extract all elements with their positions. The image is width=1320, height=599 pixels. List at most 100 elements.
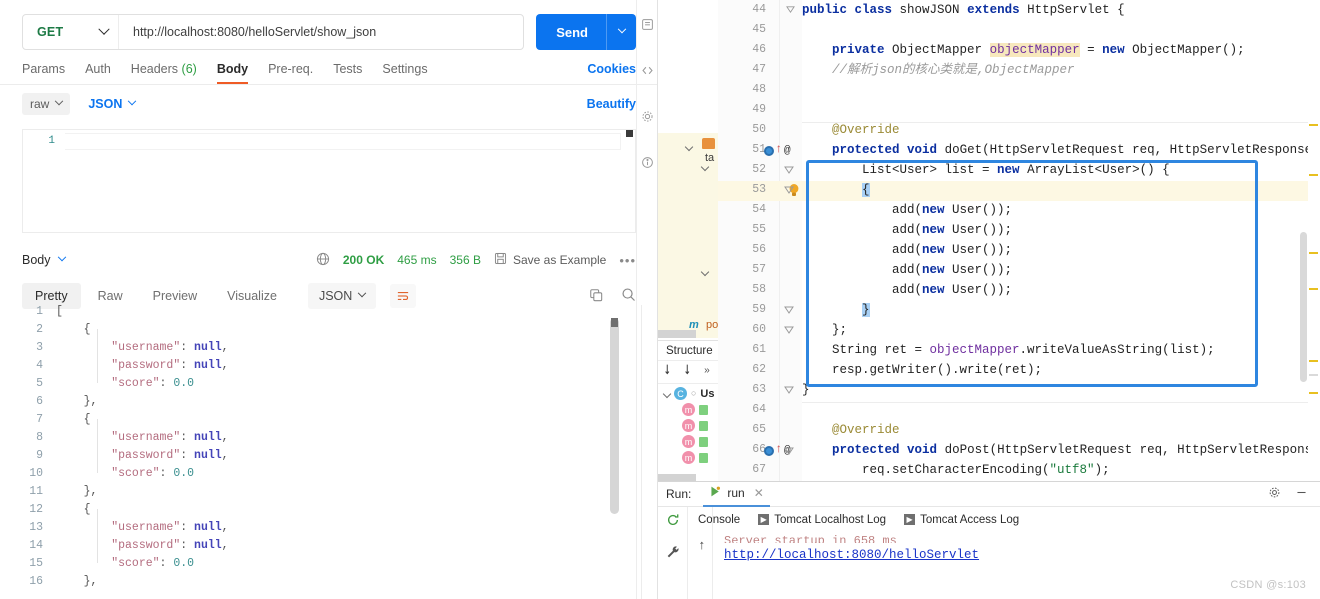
warning-marker[interactable] xyxy=(1309,392,1318,394)
chevron-double-right-icon[interactable]: » xyxy=(704,366,710,377)
run-tab[interactable]: run ✕ xyxy=(703,482,770,507)
tab-headers[interactable]: Headers (6) xyxy=(131,62,197,84)
fold-arrow-icon[interactable] xyxy=(784,185,794,199)
override-marker-icon[interactable]: ↑ xyxy=(775,443,782,455)
tab-tests[interactable]: Tests xyxy=(333,62,362,84)
editor-vertical-scrollbar[interactable] xyxy=(1300,232,1307,382)
send-button[interactable]: Send xyxy=(536,14,636,50)
tree-item-label: po xyxy=(706,319,718,331)
json-line: 3 "username": null, xyxy=(0,341,658,359)
subtab-console[interactable]: Console xyxy=(698,514,740,526)
warning-marker[interactable] xyxy=(1309,252,1318,254)
wrench-icon[interactable] xyxy=(666,545,680,563)
code-line-text: private ObjectMapper objectMapper = new … xyxy=(832,43,1245,57)
json-line-number: 16 xyxy=(29,575,43,588)
code-line-number: 48 xyxy=(752,83,766,96)
gear-icon[interactable] xyxy=(641,110,654,126)
tab-body[interactable]: Body xyxy=(216,62,249,84)
structure-root-row[interactable]: C ○ Us xyxy=(658,384,718,400)
console-link[interactable]: http://localhost:8080/helloServlet xyxy=(724,548,979,562)
cookies-link[interactable]: Cookies xyxy=(587,62,636,84)
warning-marker[interactable] xyxy=(1309,174,1318,176)
code-line[interactable]: 45 xyxy=(718,20,1320,40)
code-icon[interactable] xyxy=(641,64,654,80)
info-marker[interactable] xyxy=(1309,374,1318,376)
editor-right-marker-gutter[interactable] xyxy=(1308,0,1320,481)
code-line[interactable]: 50 @Override xyxy=(718,120,1320,140)
console-output[interactable]: ↑ Server startup in 658 ms http://localh… xyxy=(698,534,1320,562)
chevron-down-icon[interactable] xyxy=(662,389,672,398)
project-tree-panel[interactable]: ta m po xyxy=(658,133,718,338)
warning-marker[interactable] xyxy=(1309,124,1318,126)
structure-member-row[interactable]: m xyxy=(658,400,718,416)
fold-arrow-icon[interactable] xyxy=(784,385,794,399)
structure-member-row[interactable]: m xyxy=(658,416,718,432)
fold-arrow-icon[interactable] xyxy=(786,4,795,18)
chevron-down-icon[interactable] xyxy=(700,162,710,172)
method-icon: m xyxy=(682,419,695,432)
code-line[interactable]: 44 public class showJSON extends HttpServ… xyxy=(718,0,1320,20)
tab-prerequest[interactable]: Pre-req. xyxy=(268,62,313,84)
arrow-up-icon[interactable]: ↑ xyxy=(698,538,706,553)
code-line[interactable]: 67 req.setCharacterEncoding("utf8"); xyxy=(718,460,1320,480)
response-body-selector[interactable]: Body xyxy=(22,252,66,267)
structure-hscrollbar[interactable] xyxy=(658,474,696,481)
code-line[interactable]: 51 protected void doGet(HttpServletReque… xyxy=(718,140,1320,160)
subtab-tomcat-localhost-log[interactable]: ▶ Tomcat Localhost Log xyxy=(758,514,886,526)
save-as-example-button[interactable]: Save as Example xyxy=(494,252,606,268)
request-url-input[interactable]: http://localhost:8080/helloServlet/show_… xyxy=(119,25,523,39)
tab-params[interactable]: Params xyxy=(22,62,65,84)
request-body-first-line[interactable] xyxy=(65,133,621,150)
http-method-selector[interactable]: GET xyxy=(23,15,119,49)
request-body-scrollbar[interactable] xyxy=(624,130,635,232)
code-line[interactable]: 66 protected void doPost(HttpServletRequ… xyxy=(718,440,1320,460)
response-json-viewer[interactable]: 1[2 {3 "username": null, 4 "password": nu… xyxy=(0,305,658,599)
ellipsis-icon[interactable]: ••• xyxy=(619,253,636,268)
code-line[interactable]: 48 xyxy=(718,80,1320,100)
response-vertical-scrollbar[interactable] xyxy=(610,318,619,514)
body-mode-selector[interactable]: raw xyxy=(22,93,71,115)
subtab-tomcat-access-log[interactable]: ▶ Tomcat Access Log xyxy=(904,514,1019,526)
code-line-text: @Override xyxy=(832,123,900,137)
override-marker-icon[interactable]: ↑ xyxy=(775,143,782,155)
fold-arrow-icon[interactable] xyxy=(784,446,794,460)
send-options-button[interactable] xyxy=(606,14,636,50)
code-line[interactable]: 65 @Override xyxy=(718,420,1320,440)
ide-left-column: ta m po Structure » C ○ Us m m m m xyxy=(658,0,718,481)
run-method-icon[interactable] xyxy=(764,446,774,456)
close-icon[interactable]: ✕ xyxy=(754,486,764,500)
sort-visibility-icon[interactable] xyxy=(664,363,677,380)
chevron-down-icon[interactable] xyxy=(700,267,710,277)
gear-icon[interactable] xyxy=(1268,486,1281,502)
code-line[interactable]: 64 xyxy=(718,400,1320,420)
fold-arrow-icon[interactable] xyxy=(784,325,794,339)
fold-arrow-icon[interactable] xyxy=(784,165,794,179)
warning-marker[interactable] xyxy=(1309,288,1318,290)
info-icon[interactable] xyxy=(641,156,654,172)
json-line: 12 { xyxy=(0,503,658,521)
list-icon[interactable] xyxy=(641,18,654,34)
rerun-icon[interactable] xyxy=(666,513,680,531)
structure-member-row[interactable]: m xyxy=(658,432,718,448)
play-icon: ▶ xyxy=(904,514,916,525)
structure-member-row[interactable]: m xyxy=(658,448,718,464)
copy-icon[interactable] xyxy=(589,288,603,305)
chevron-down-icon[interactable] xyxy=(684,142,694,152)
json-line-code: }, xyxy=(83,395,98,408)
run-method-icon[interactable] xyxy=(764,146,774,156)
project-tree-hscrollbar[interactable] xyxy=(658,330,696,338)
code-line[interactable]: 46 private ObjectMapper objectMapper = n… xyxy=(718,40,1320,60)
request-body-editor[interactable]: 1 xyxy=(22,129,636,233)
code-line[interactable]: 47 //解析json的核心类就是,ObjectMapper xyxy=(718,60,1320,80)
body-format-selector[interactable]: JSON xyxy=(88,96,137,111)
search-icon[interactable] xyxy=(621,287,636,305)
fold-arrow-icon[interactable] xyxy=(784,305,794,319)
minimize-icon[interactable] xyxy=(1295,486,1308,502)
beautify-button[interactable]: Beautify xyxy=(587,97,636,111)
tab-settings[interactable]: Settings xyxy=(382,62,427,84)
tab-auth[interactable]: Auth xyxy=(85,62,111,84)
warning-marker[interactable] xyxy=(1309,360,1318,362)
code-editor[interactable]: 44 public class showJSON extends HttpServ… xyxy=(718,0,1320,481)
code-line[interactable]: 49 xyxy=(718,100,1320,120)
sort-alpha-icon[interactable] xyxy=(684,363,697,380)
